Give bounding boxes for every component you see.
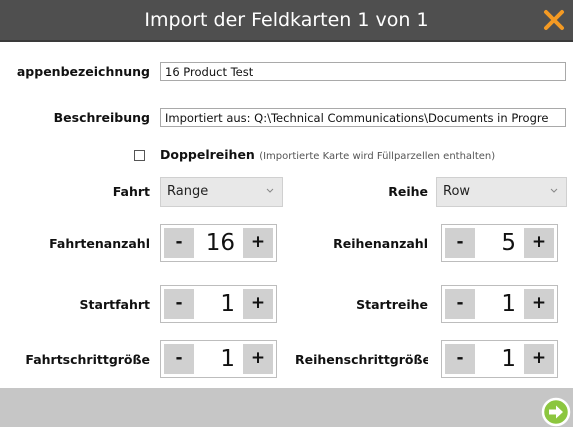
- reihenschrittgroesse-stepper: - 1 +: [441, 340, 558, 378]
- reihenanzahl-stepper: - 5 +: [441, 224, 558, 262]
- fahrt-label: Fahrt: [112, 184, 150, 199]
- reihenschrittgroesse-value[interactable]: 1: [478, 343, 521, 375]
- dialog-footer: [0, 388, 573, 427]
- reihenschrittgroesse-decrement-button[interactable]: -: [445, 344, 475, 374]
- startreihe-label: Startreihe: [356, 297, 428, 312]
- startreihe-stepper: - 1 +: [441, 285, 558, 323]
- reihe-select[interactable]: Row: [436, 177, 567, 207]
- description-input[interactable]: Importiert aus: Q:\Technical Communicati…: [160, 108, 566, 127]
- chevron-down-icon: [266, 188, 274, 193]
- reihe-label: Reihe: [388, 184, 428, 199]
- double-rows-label: Doppelreihen: [160, 147, 255, 162]
- dialog-title: Import der Feldkarten 1 von 1: [144, 9, 429, 31]
- fahrtenanzahl-increment-button[interactable]: +: [243, 228, 273, 258]
- chevron-down-icon: [550, 188, 558, 193]
- reihenschrittgroesse-label: Reihenschrittgröße: [295, 352, 428, 367]
- fahrtschrittgroesse-label: Fahrtschrittgröße: [25, 352, 150, 367]
- startreihe-value[interactable]: 1: [478, 288, 521, 320]
- map-name-label: appenbezeichnung: [16, 64, 150, 79]
- startfahrt-value[interactable]: 1: [197, 288, 240, 320]
- reihenanzahl-value[interactable]: 5: [478, 227, 521, 259]
- startreihe-increment-button[interactable]: +: [524, 289, 554, 319]
- map-name-input[interactable]: 16 Product Test: [160, 62, 566, 81]
- reihenanzahl-decrement-button[interactable]: -: [445, 228, 475, 258]
- reihenanzahl-label: Reihenanzahl: [333, 236, 428, 251]
- startfahrt-label: Startfahrt: [79, 297, 150, 312]
- description-label: Beschreibung: [53, 110, 150, 125]
- fahrtenanzahl-label: Fahrtenanzahl: [49, 236, 150, 251]
- reihenanzahl-increment-button[interactable]: +: [524, 228, 554, 258]
- close-icon[interactable]: [543, 9, 565, 31]
- startfahrt-stepper: - 1 +: [160, 285, 277, 323]
- next-arrow-icon[interactable]: [541, 397, 571, 427]
- double-rows-text: Doppelreihen (Importierte Karte wird Fül…: [160, 147, 495, 162]
- fahrtschrittgroesse-stepper: - 1 +: [160, 340, 277, 378]
- reihe-selected-value: Row: [443, 184, 471, 199]
- fahrtenanzahl-stepper: - 16 +: [160, 224, 277, 262]
- double-rows-hint: (Importierte Karte wird Füllparzellen en…: [259, 151, 496, 162]
- fahrt-select[interactable]: Range: [160, 177, 283, 207]
- startfahrt-increment-button[interactable]: +: [243, 289, 273, 319]
- fahrt-selected-value: Range: [167, 184, 209, 199]
- startfahrt-decrement-button[interactable]: -: [164, 289, 194, 319]
- reihenschrittgroesse-increment-button[interactable]: +: [524, 344, 554, 374]
- fahrtenanzahl-value[interactable]: 16: [197, 227, 240, 259]
- fahrtschrittgroesse-decrement-button[interactable]: -: [164, 344, 194, 374]
- fahrtenanzahl-decrement-button[interactable]: -: [164, 228, 194, 258]
- double-rows-checkbox[interactable]: [134, 150, 145, 161]
- fahrtschrittgroesse-value[interactable]: 1: [197, 343, 240, 375]
- startreihe-decrement-button[interactable]: -: [445, 289, 475, 319]
- dialog-titlebar: Import der Feldkarten 1 von 1: [0, 0, 573, 42]
- fahrtschrittgroesse-increment-button[interactable]: +: [243, 344, 273, 374]
